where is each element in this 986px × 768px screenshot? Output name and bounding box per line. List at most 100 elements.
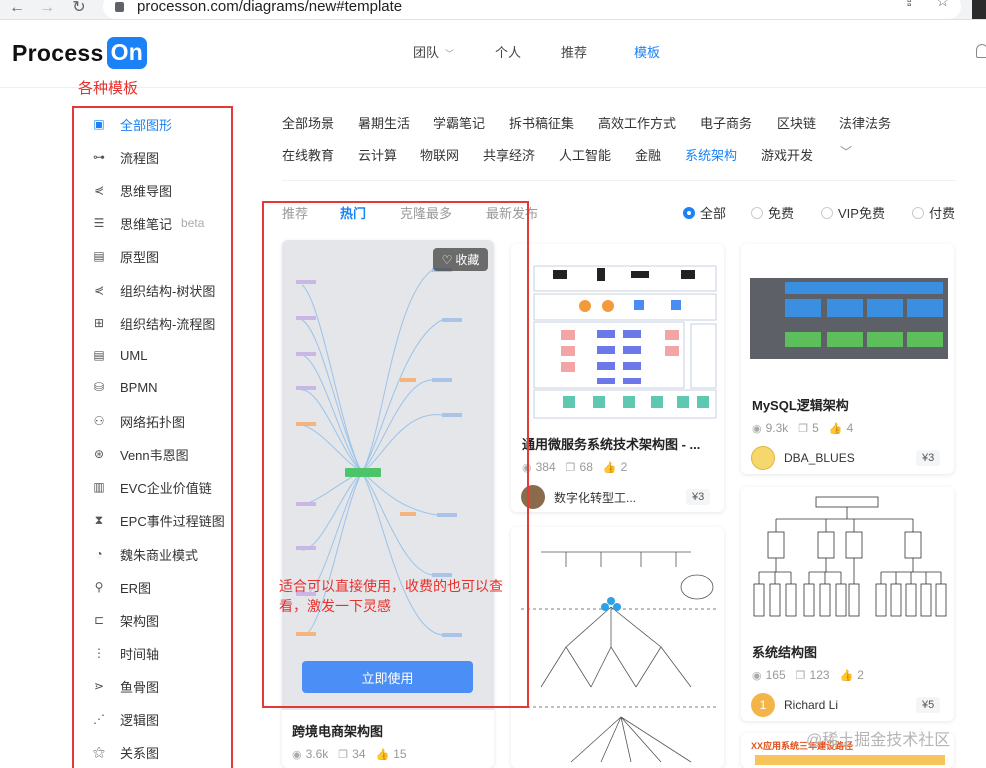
sidebar-item-evc[interactable]: ▥ EVC企业价值链 [92,477,211,497]
sidebar-item-business-model[interactable]: ◔ 魏朱商业模式 [92,544,198,564]
clone-count: 123 [809,668,830,682]
sidebar-item-architecture[interactable]: ⊏ 架构图 [92,610,159,630]
clone-icon: ❐ [795,669,806,682]
share-icon[interactable]: ⇪ [903,0,916,10]
card-title[interactable]: MySQL逻辑架构 [752,395,946,414]
sidebar-item-label: 网络拓扑图 [120,414,186,430]
filter-vip-free[interactable]: VIP免费 [821,203,885,222]
category-item[interactable]: 人工智能 [559,145,611,164]
venn-icon: ⊛ [93,447,105,461]
bookmark-star-icon[interactable]: ☆ [936,0,949,10]
epc-icon: ⧗ [94,512,104,527]
price-badge: ¥3 [686,489,711,505]
category-item[interactable]: 物联网 [420,145,459,164]
mysql-thumbnail [741,244,954,384]
author-name: DBA_BLUES [784,451,855,465]
sidebar-item-label: UML [120,347,148,363]
radio-icon [821,206,833,219]
sidebar-item-label: 时间轴 [120,646,160,662]
clone-count: 5 [812,421,819,435]
architecture-thumbnail [511,244,724,424]
sidebar-item-label: 流程图 [120,150,160,166]
nav-personal[interactable]: 个人 [495,42,521,61]
address-bar[interactable]: processon.com/diagrams/new#template ⇪ ☆ [103,0,961,19]
browser-menu-icon[interactable] [972,0,986,19]
org-tree-icon: ⋞ [93,283,105,297]
sidebar-item-uml[interactable]: ▤ UML [92,345,147,365]
thumb-bar [755,755,945,765]
template-card-4[interactable]: 系统结构图 ◉ 165 ❐ 123 👍 2 1 Richard Li ¥5 [741,487,954,721]
category-item[interactable]: 法律法务 [839,113,891,132]
template-card-5[interactable] [511,527,724,768]
sidebar-item-network[interactable]: ⚇ 网络拓扑图 [92,411,185,431]
category-item[interactable]: 金融 [635,145,661,164]
sidebar-item-all-shapes[interactable]: ▣ 全部图形 [92,114,172,134]
sidebar-item-timeline[interactable]: ⋮ 时间轴 [92,643,159,663]
sidebar-item-label: 逻辑图 [120,712,160,728]
sidebar-item-label: 魏朱商业模式 [120,547,199,563]
template-card-3[interactable]: MySQL逻辑架构 ◉ 9.3k ❐ 5 👍 4 DBA_BLUES ¥3 [741,244,954,474]
reload-icon[interactable]: ↻ [70,0,88,18]
filter-paid[interactable]: 付费 [912,203,955,222]
template-card-2[interactable]: 通用微服务系统技术架构图 - ... ◉ 384 ❐ 68 👍 2 数字化转型工...… [511,244,724,512]
sidebar-item-label: BPMN [120,379,158,395]
er-icon: ⚲ [94,580,104,594]
category-item[interactable]: 在线教育 [282,145,334,164]
sidebar-item-label: 组织结构-流程图 [120,316,216,332]
view-count: 384 [535,460,556,474]
sidebar-item-org-tree[interactable]: ⋞ 组织结构-树状图 [92,280,215,300]
sidebar-item-label: 思维导图 [120,183,173,199]
processon-logo[interactable]: Process On [12,36,148,70]
category-item[interactable]: 全部场景 [282,113,334,132]
sidebar-item-fishbone[interactable]: ⋗ 鱼骨图 [92,676,159,696]
card-title[interactable]: 跨境电商架构图 [292,721,484,740]
category-item[interactable]: 共享经济 [483,145,535,164]
category-item[interactable]: 高效工作方式 [598,113,676,132]
sidebar-item-flowchart[interactable]: ⊶ 流程图 [92,147,159,167]
filter-all[interactable]: 全部 [683,203,726,222]
sidebar-item-label: EPC事件过程链图 [120,513,225,529]
timeline-icon: ⋮ [93,646,105,660]
card-author[interactable]: 数字化转型工... [521,485,636,509]
card-title[interactable]: 通用微服务系统技术架构图 - ... [522,434,716,453]
category-item[interactable]: 暑期生活 [358,113,410,132]
nav-recommend[interactable]: 推荐 [561,42,587,61]
category-item[interactable]: 游戏开发 [761,145,813,164]
category-item[interactable]: 区块链 [777,113,816,132]
site-header: Process On 团队 ﹀ 个人 推荐 模板 [0,20,986,88]
sidebar-item-relation[interactable]: ⚝ 关系图 [92,742,159,762]
sidebar-item-logic[interactable]: ⋰ 逻辑图 [92,709,159,729]
category-item[interactable]: 拆书稿征集 [509,113,574,132]
category-item[interactable]: 电子商务 [700,113,752,132]
sidebar-item-bpmn[interactable]: ⛁ BPMN [92,377,158,397]
notes-icon: ☰ [93,216,105,230]
filter-label: 付费 [929,206,956,221]
card-author[interactable]: 1 Richard Li [751,693,838,717]
sidebar-item-mindmap[interactable]: ⋞ 思维导图 [92,180,172,200]
category-item[interactable]: 云计算 [358,145,397,164]
bell-icon[interactable] [976,44,986,58]
avatar [751,446,775,470]
filter-free[interactable]: 免费 [751,203,794,222]
nav-team[interactable]: 团队 ﹀ [413,42,454,61]
nav-templates[interactable]: 模板 [634,42,660,61]
sidebar-item-venn[interactable]: ⊛ Venn韦恩图 [92,444,189,464]
sidebar-item-notes[interactable]: ☰ 思维笔记 beta [92,213,205,233]
clone-count: 34 [352,747,366,761]
card-author[interactable]: DBA_BLUES [751,446,855,470]
price-badge: ¥3 [916,450,941,466]
filter-label: VIP免费 [838,206,885,221]
sidebar-item-org-flow[interactable]: ⊞ 组织结构-流程图 [92,313,215,333]
category-item-active[interactable]: 系统架构 [685,145,737,164]
sidebar-item-prototype[interactable]: ▤ 原型图 [92,246,159,266]
sidebar-item-epc[interactable]: ⧗ EPC事件过程链图 [92,510,225,530]
card-title[interactable]: 系统结构图 [752,642,946,661]
category-item[interactable]: 学霸笔记 [433,113,485,132]
like-icon: 👍 [828,422,843,435]
expand-chevron-icon[interactable]: ﹀ [840,143,852,160]
like-count: 2 [620,460,628,474]
annotation-card-highlight [262,201,529,708]
sidebar-item-er[interactable]: ⚲ ER图 [92,577,151,597]
back-arrow-icon[interactable]: ← [8,0,26,18]
forward-arrow-icon[interactable]: → [38,0,56,18]
